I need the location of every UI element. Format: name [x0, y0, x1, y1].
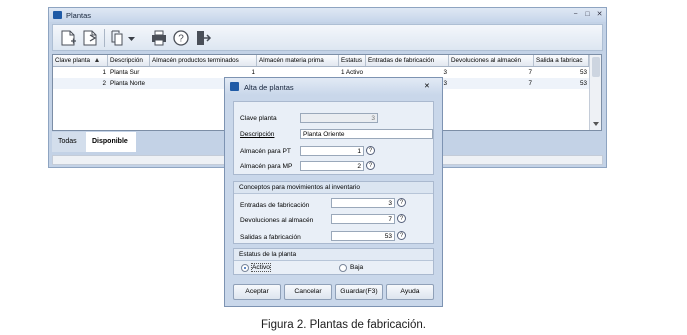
svg-text:?: ?: [178, 34, 184, 45]
estatus-title: Estatus de la planta: [234, 249, 433, 261]
baja-radio[interactable]: [339, 264, 347, 272]
figure-caption: Figura 2. Plantas de fabricación.: [261, 319, 426, 331]
tab-disponible[interactable]: Disponible: [86, 132, 136, 152]
plant-info-panel: Clave planta 3 Descripción Planta Orient…: [233, 101, 434, 175]
minimize-button[interactable]: −: [571, 11, 580, 19]
app-icon: [53, 11, 62, 19]
dialog-close-button[interactable]: ✕: [424, 82, 430, 90]
column-header[interactable]: Salida a fabricac: [534, 55, 589, 66]
tab-todas[interactable]: Todas: [52, 132, 86, 152]
almacen-mp-input[interactable]: 2: [300, 161, 364, 171]
ayuda-button[interactable]: Ayuda: [386, 284, 434, 300]
dialog-title-bar: Alta de plantas ✕: [225, 78, 442, 95]
salidas-label: Salidas a fabricación: [240, 234, 301, 241]
vertical-scrollbar[interactable]: [589, 55, 601, 130]
column-header[interactable]: Entradas de fabricación: [366, 55, 449, 66]
scroll-down-icon[interactable]: [593, 122, 599, 126]
table-header: Clave planta Descripción Almacén product…: [53, 55, 589, 67]
print-icon[interactable]: [150, 29, 168, 47]
app-icon: [230, 82, 239, 91]
column-header[interactable]: Descripción: [108, 55, 150, 66]
column-header[interactable]: Clave planta: [53, 55, 108, 66]
conceptos-panel: Conceptos para movimientos al inventario…: [233, 181, 434, 244]
clave-input: 3: [300, 113, 378, 123]
activo-label[interactable]: Activo: [251, 263, 271, 272]
almacen-mp-label: Almacén para MP: [240, 163, 293, 170]
dialog-title: Alta de plantas: [244, 83, 294, 92]
cell: 53: [579, 69, 587, 76]
restore-button[interactable]: □: [583, 11, 592, 19]
help-icon[interactable]: ?: [172, 29, 190, 47]
cell: Planta Sur: [110, 69, 140, 76]
help-icon[interactable]: ?: [397, 198, 406, 207]
edit-icon[interactable]: [81, 29, 99, 47]
cell: 2: [102, 80, 106, 87]
cell: 1: [102, 69, 106, 76]
exit-icon[interactable]: [194, 29, 212, 47]
devoluciones-label: Devoluciones al almacén: [240, 217, 314, 224]
aceptar-button[interactable]: Aceptar: [233, 284, 281, 300]
scroll-thumb[interactable]: [592, 57, 600, 77]
guardar-button[interactable]: Guardar(F3): [335, 284, 383, 300]
help-icon[interactable]: ?: [366, 146, 375, 155]
descripcion-label: Descripción: [240, 131, 275, 138]
cancelar-button[interactable]: Cancelar: [284, 284, 332, 300]
column-header[interactable]: Almacén productos terminados: [150, 55, 257, 66]
help-icon[interactable]: ?: [397, 231, 406, 240]
copy-icon[interactable]: [109, 29, 127, 47]
column-header[interactable]: Almacén materia prima: [257, 55, 339, 66]
help-icon[interactable]: ?: [366, 161, 375, 170]
new-icon[interactable]: [59, 29, 77, 47]
help-icon[interactable]: ?: [397, 214, 406, 223]
window-title: Plantas: [66, 11, 92, 20]
activo-radio[interactable]: [241, 264, 249, 272]
entradas-input[interactable]: 3: [331, 198, 395, 208]
column-header[interactable]: Estatus: [339, 55, 366, 66]
alta-plantas-dialog: Alta de plantas ✕ Clave planta 3 Descrip…: [224, 77, 443, 307]
cell: 7: [528, 80, 532, 87]
title-bar: Plantas − □ ✕: [49, 8, 606, 22]
almacen-pt-label: Almacén para PT: [240, 148, 291, 155]
sort-ascending-icon: [95, 58, 99, 62]
cell: 7: [528, 69, 532, 76]
clave-label: Clave planta: [240, 115, 277, 122]
column-header[interactable]: Devoluciones al almacén: [449, 55, 534, 66]
toolbar: ?: [52, 24, 603, 51]
cell: 53: [579, 80, 587, 87]
conceptos-title: Conceptos para movimientos al inventario: [234, 182, 433, 194]
salidas-input[interactable]: 53: [331, 231, 395, 241]
devoluciones-input[interactable]: 7: [331, 214, 395, 224]
baja-label[interactable]: Baja: [350, 264, 363, 271]
close-button[interactable]: ✕: [595, 11, 604, 19]
cell: Planta Norte: [110, 80, 146, 87]
dropdown-icon[interactable]: [127, 29, 137, 47]
toolbar-separator: [104, 29, 105, 47]
descripcion-input[interactable]: Planta Oriente: [300, 129, 433, 139]
entradas-label: Entradas de fabricación: [240, 202, 310, 209]
almacen-pt-input[interactable]: 1: [300, 146, 364, 156]
estatus-panel: Estatus de la planta Activo Baja: [233, 248, 434, 275]
